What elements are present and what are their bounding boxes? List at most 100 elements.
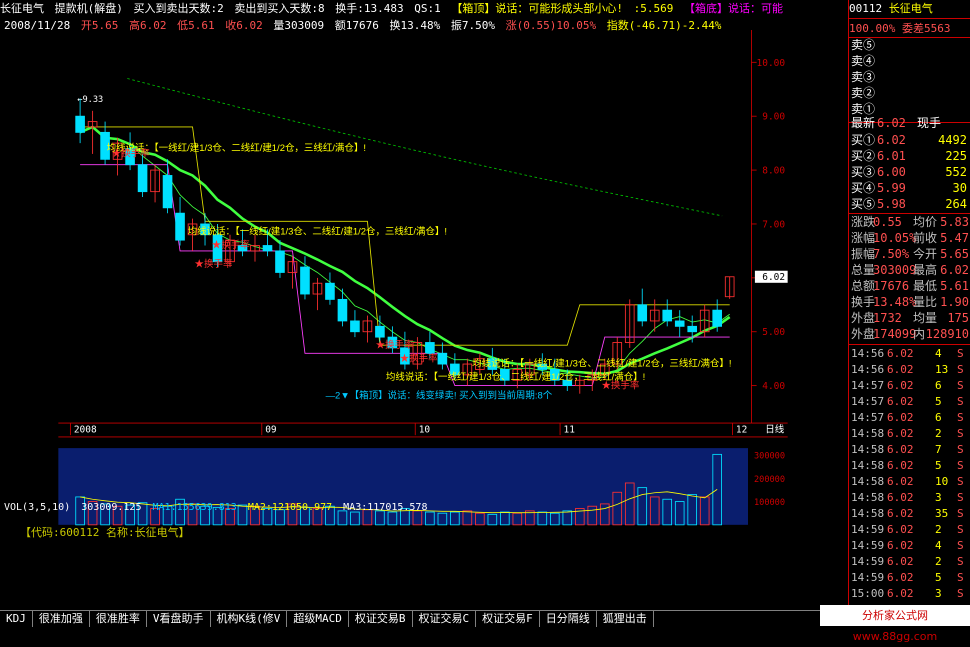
stat-label: 外盘: [851, 311, 876, 325]
high-price-label: ←9.33: [77, 95, 103, 105]
committee-diff: 委差5563: [901, 22, 951, 35]
x-tick-label: 09: [265, 425, 277, 436]
signal-value: :5.569: [633, 2, 674, 15]
tick-side: S: [957, 555, 964, 568]
tick-side: S: [957, 539, 964, 552]
candle-body: [275, 250, 285, 273]
vol-value: 303009.125: [81, 502, 142, 513]
site-badge: 分析家公式网www.88gg.com: [820, 605, 970, 643]
tick-time: 14:58: [851, 427, 885, 440]
stock-code: 00112: [849, 2, 883, 15]
candle-body: [337, 298, 348, 322]
tick-volume: 4: [935, 347, 942, 360]
tick-row: 15:00 6.02 3 S: [851, 586, 969, 602]
indicator-tab-7[interactable]: 权证交易C: [413, 611, 477, 627]
tick-time: 14:59: [851, 571, 885, 584]
stat-row: 涨幅 10.05% 前收 5.47: [851, 230, 969, 246]
tick-volume: 7: [935, 443, 942, 456]
kline-chart[interactable]: 10.009.008.007.006.005.004.006.02←9.33 均…: [0, 30, 846, 530]
buy-row: 买① 6.02 4492: [851, 132, 969, 149]
stat-row: 振幅 7.50% 今开 5.65: [851, 246, 969, 262]
buy-row: 买⑤ 5.98 264: [851, 196, 969, 213]
indicator-tab-4[interactable]: 机构K线(修V: [211, 611, 288, 627]
indicator-tab-9[interactable]: 日分隔线: [540, 611, 597, 627]
price-tick-label: 4.00: [762, 381, 785, 392]
volume-tick-label: 200000: [754, 475, 785, 485]
turnover-star-annotation: ★换手率: [195, 258, 233, 270]
vol-ma2: MA2:121050.977: [247, 502, 333, 513]
indicator-tab-8[interactable]: 权证交易F: [476, 611, 540, 627]
tick-row: 14:58 6.02 35 S: [851, 506, 969, 522]
tick-row: 14:57 6.02 5 S: [851, 394, 969, 410]
stat-value: 5.65: [940, 247, 969, 261]
tick-side: S: [957, 411, 964, 424]
tick-time: 14:59: [851, 539, 885, 552]
indicator-tab-1[interactable]: 很准加强: [33, 611, 90, 627]
stat-value: 5.61: [940, 279, 969, 293]
indicator-tab-2[interactable]: 很准胜率: [90, 611, 147, 627]
sell-label: 卖②: [851, 86, 876, 100]
stat-value: 13.48%: [873, 295, 917, 309]
tick-row: 14:58 6.02 3 S: [851, 490, 969, 506]
tick-side: S: [957, 475, 964, 488]
buy-label: 买⑤: [851, 197, 876, 211]
stat-label: 今开: [913, 247, 938, 261]
buy-volume: 552: [945, 165, 967, 179]
box-top-annotation: —2▼【箱顶】说话：线变绿卖! 买入到到当前周期:8个: [326, 390, 553, 402]
stat-value: 175: [947, 311, 969, 325]
volume-tick-label: 300000: [754, 452, 785, 462]
latest-label: 最新: [851, 116, 876, 130]
vol-ma1: MA1:155639.813: [152, 502, 237, 513]
tick-time: 14:57: [851, 379, 885, 392]
tick-time: 14:58: [851, 507, 885, 520]
tick-time: 14:56: [851, 347, 885, 360]
indicator-tab-0[interactable]: KDJ: [0, 611, 33, 627]
candle-body: [75, 115, 85, 133]
buy-volume: 30: [952, 181, 967, 195]
indicator-tab-10[interactable]: 狐狸出击: [597, 611, 654, 627]
stat-label: 总额: [851, 279, 876, 293]
price-tick-label: 10.00: [757, 58, 786, 69]
candle-body: [350, 320, 360, 333]
vol-label: VOL(3,5,10): [4, 502, 71, 513]
tick-side: S: [957, 427, 964, 440]
x-tick-label: 10: [419, 425, 431, 436]
sell-label: 卖③: [851, 70, 876, 84]
candle-body: [687, 325, 698, 333]
stat-label: 最高: [913, 263, 938, 277]
latest-row: 最新 6.02 现手: [851, 115, 969, 132]
indicator-tab-3[interactable]: V看盘助手: [147, 611, 211, 627]
tick-volume: 5: [935, 395, 942, 408]
turnover-star-annotation: ★换手率: [112, 148, 150, 160]
tick-row: 14:56 6.02 4 S: [851, 346, 969, 362]
stat-row: 总量 303009 最高 6.02: [851, 262, 969, 278]
tick-side: S: [957, 395, 964, 408]
stat-row: 总额 17676 最低 5.61: [851, 278, 969, 294]
indicator-tab-5[interactable]: 超级MACD: [287, 611, 349, 627]
candle-body: [162, 175, 173, 209]
turnover-star-annotation: ★换手率: [212, 239, 250, 251]
stat-value: 303009: [873, 263, 917, 277]
tick-side: S: [957, 571, 964, 584]
candle-body: [425, 342, 435, 354]
tick-volume: 5: [935, 459, 942, 472]
tick-row: 14:59 6.02 5 S: [851, 570, 969, 586]
bottom-signal: 【箱底】说话：可能: [683, 2, 783, 15]
tick-time: 14:58: [851, 475, 885, 488]
tick-side: S: [957, 379, 964, 392]
tick-time: 14:56: [851, 363, 885, 376]
title-bar: 长征电气 提款机(解盘) 买入到卖出天数:2 卖出到买入天数:8 换手:13.4…: [0, 0, 846, 16]
turnover-star-annotation: ★换手率: [376, 339, 414, 351]
stat-label: 涨跌: [851, 215, 876, 229]
buy-row: 买② 6.01 225: [851, 148, 969, 165]
indicator-tabs: KDJ 很准加强 很准胜率 V看盘助手 机构K线(修V 超级MACD 权证交易B 权证交易C 权…: [0, 610, 820, 627]
stock-info: 【代码:600112 名称:长征电气】: [20, 526, 190, 539]
tick-price: 6.02: [887, 523, 914, 536]
stat-value: 174099: [873, 327, 917, 341]
stat-label: 均量: [913, 311, 938, 325]
candle-body: [175, 212, 185, 241]
indicator-tab-6[interactable]: 权证交易B: [349, 611, 413, 627]
tick-side: S: [957, 587, 964, 600]
tick-volume: 35: [935, 507, 949, 520]
tick-side: S: [957, 507, 964, 520]
